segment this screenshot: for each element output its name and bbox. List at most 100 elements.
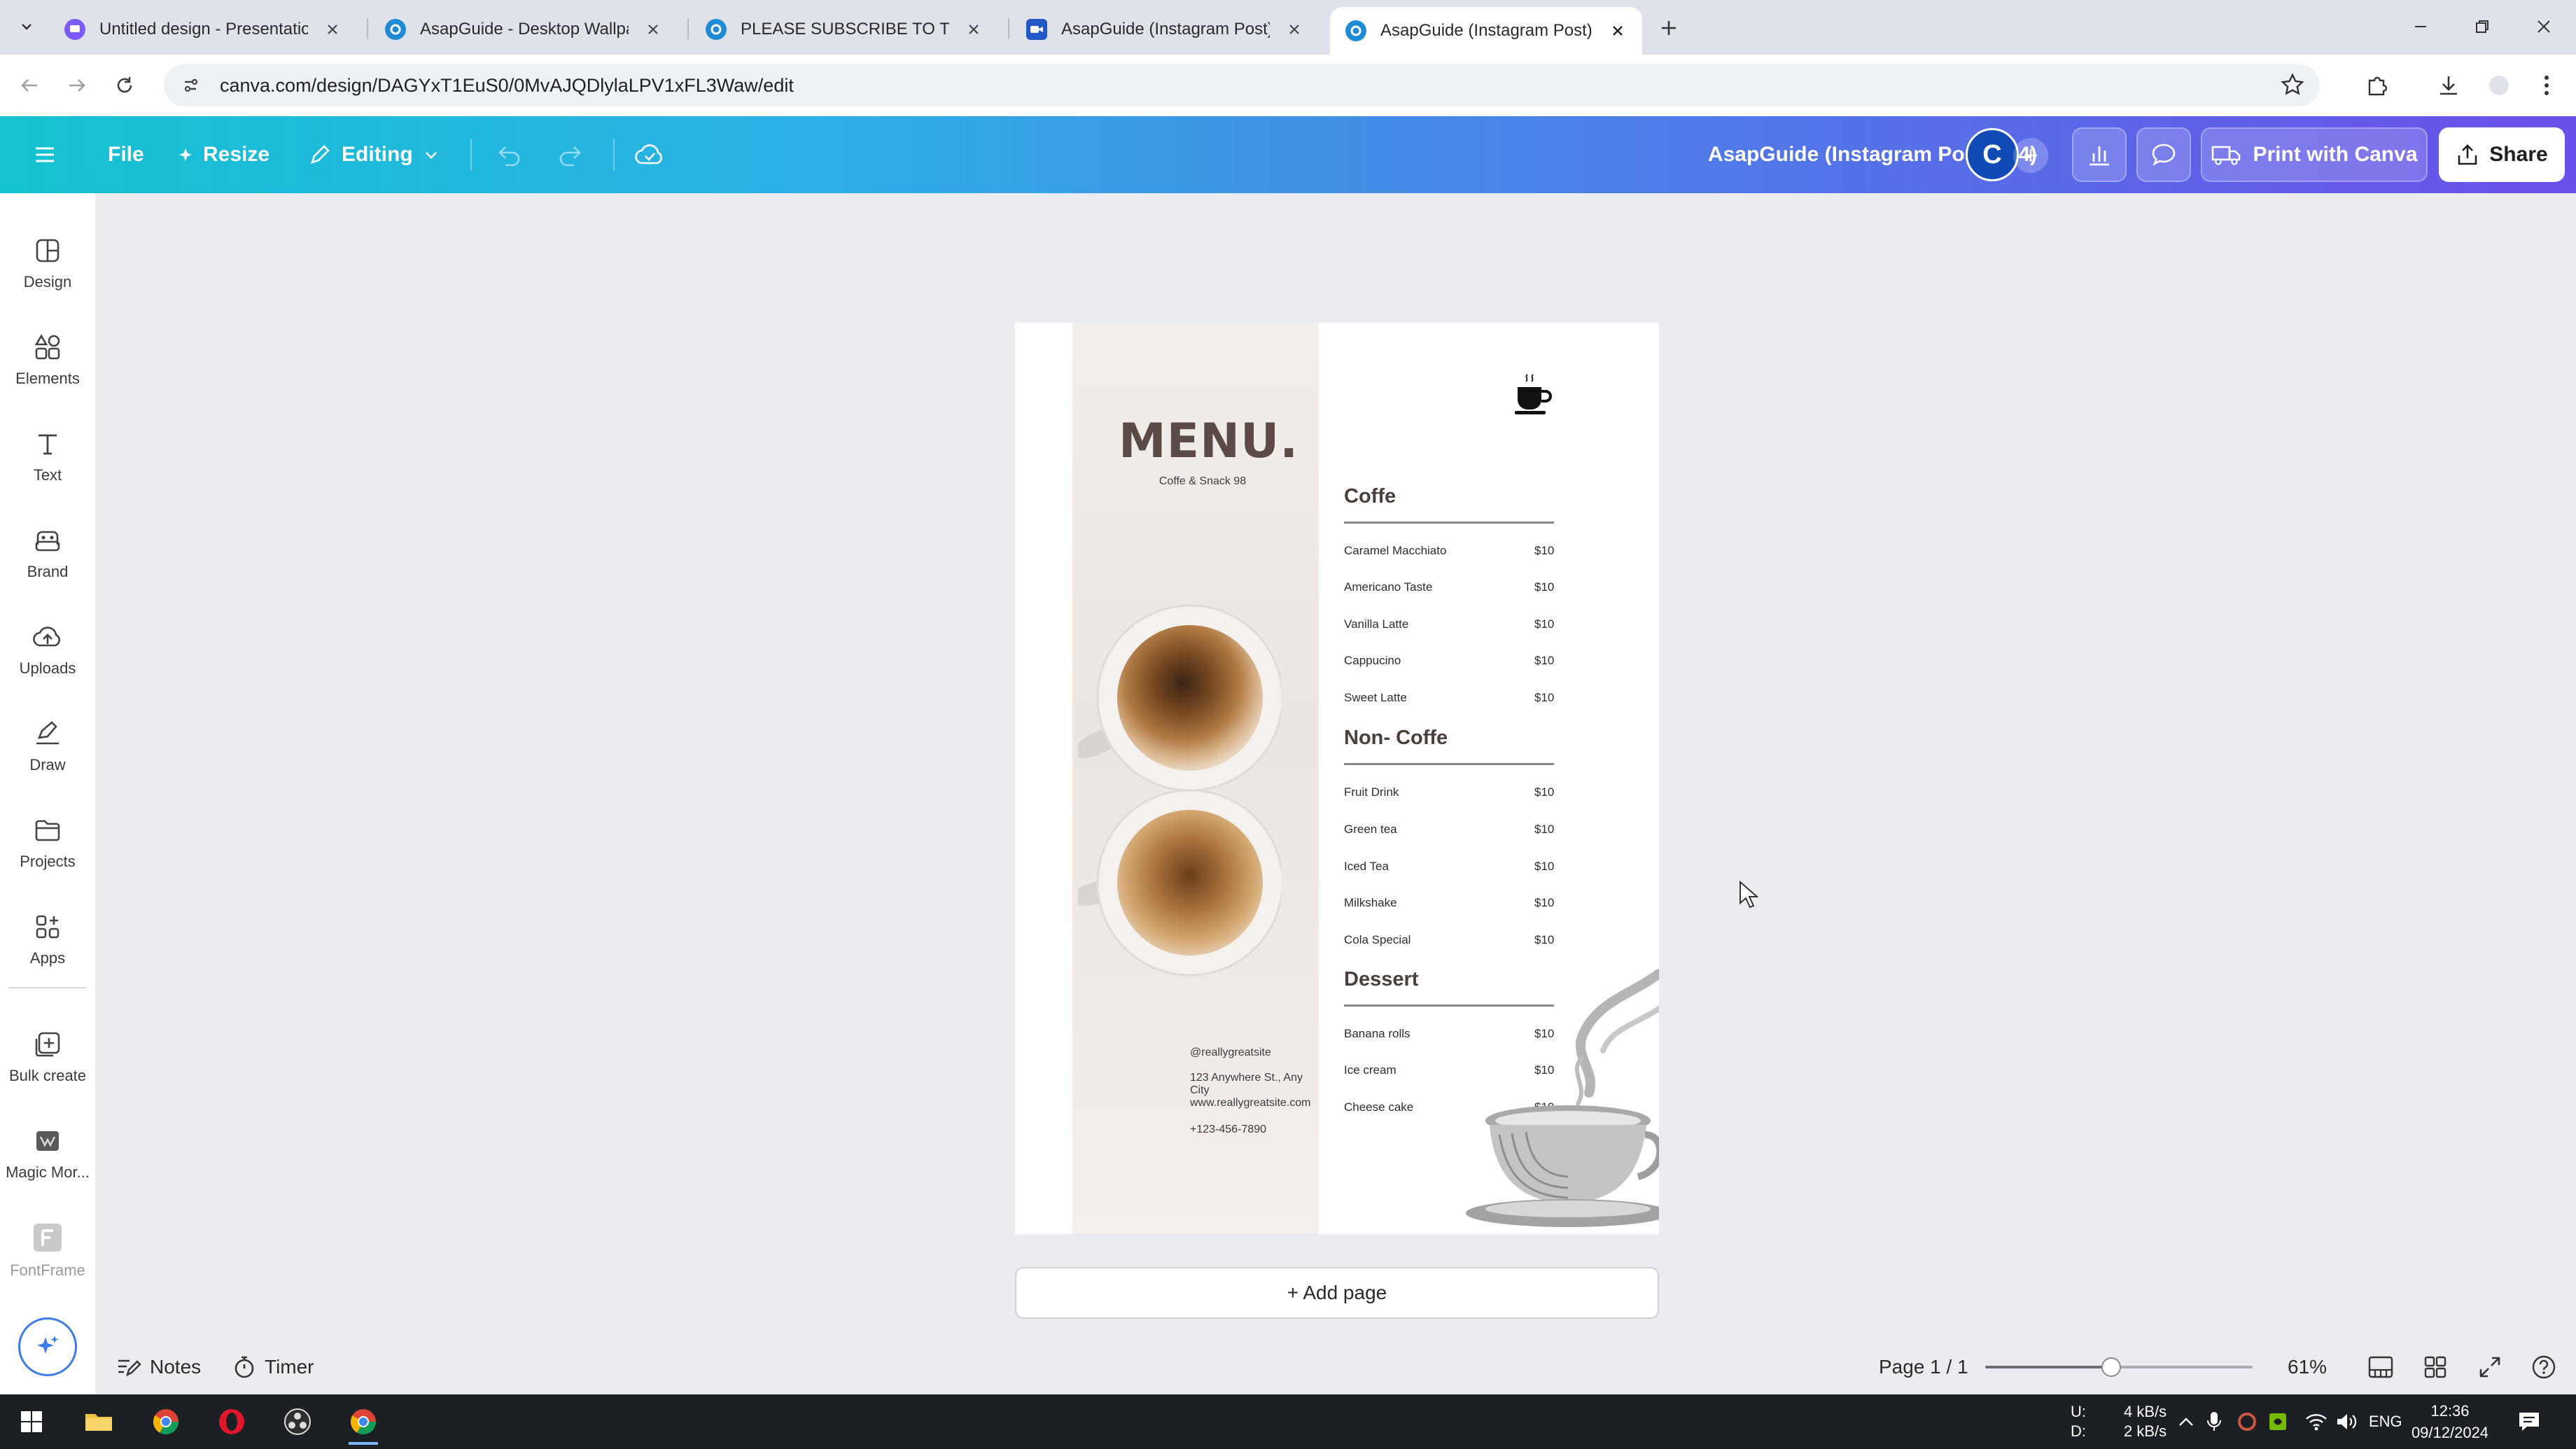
contact-phone[interactable]: +123-456-7890 bbox=[1190, 1124, 1266, 1136]
file-explorer-icon[interactable] bbox=[78, 1401, 119, 1442]
menu-item-name[interactable]: Vanilla Latte bbox=[1344, 617, 1408, 631]
volume-icon[interactable] bbox=[2335, 1394, 2358, 1449]
design-page[interactable]: MENU. Coffe & Snack 98 @reallygreatsite … bbox=[1015, 323, 1659, 1234]
contact-website[interactable]: www.reallygreatsite.com bbox=[1190, 1097, 1311, 1110]
document-title[interactable]: AsapGuide (Instagram Post) (A4) bbox=[1526, 116, 2037, 193]
sidebar-item-fontframe[interactable]: FontFrame bbox=[0, 1212, 95, 1289]
close-tab-icon[interactable] bbox=[322, 19, 343, 40]
page-view-icon[interactable] bbox=[2367, 1340, 2394, 1394]
category-title-coffe[interactable]: Coffe bbox=[1344, 485, 1396, 508]
obs-icon[interactable] bbox=[277, 1401, 318, 1442]
notification-center-icon[interactable] bbox=[2517, 1394, 2541, 1449]
redo-icon[interactable] bbox=[557, 116, 585, 193]
nvidia-tray-icon[interactable] bbox=[2268, 1394, 2288, 1449]
undo-icon[interactable] bbox=[494, 116, 522, 193]
menu-item-price[interactable]: $10 bbox=[1534, 822, 1554, 836]
invite-plus-icon[interactable] bbox=[2013, 138, 2048, 173]
back-arrow-icon[interactable] bbox=[13, 69, 46, 102]
magic-sparkle-icon[interactable] bbox=[18, 1317, 77, 1376]
coffee-cup-photo-bottom[interactable] bbox=[1078, 788, 1281, 990]
menu-item-price[interactable]: $10 bbox=[1534, 933, 1554, 947]
coffee-sketch-illustration[interactable] bbox=[1449, 967, 1659, 1234]
menu-item-price[interactable]: $10 bbox=[1534, 654, 1554, 668]
print-with-canva-button[interactable]: Print with Canva bbox=[2201, 127, 2428, 182]
menu-item-price[interactable]: $10 bbox=[1534, 896, 1554, 910]
site-info-icon[interactable] bbox=[171, 76, 210, 95]
reload-icon[interactable] bbox=[108, 69, 141, 102]
menu-item-name[interactable]: Cola Special bbox=[1344, 933, 1410, 947]
sidebar-item-brand[interactable]: Brand bbox=[0, 515, 95, 592]
profile-avatar-icon[interactable] bbox=[2482, 69, 2516, 102]
system-clock[interactable]: 12:36 09/12/2024 bbox=[2408, 1400, 2492, 1443]
download-icon[interactable] bbox=[2432, 69, 2465, 102]
minimize-icon[interactable] bbox=[2400, 10, 2442, 43]
close-tab-icon[interactable] bbox=[1284, 19, 1305, 40]
sidebar-item-bulk-create[interactable]: Bulk create bbox=[0, 1019, 95, 1096]
notes-button[interactable]: Notes bbox=[116, 1340, 201, 1394]
browser-tab[interactable]: AsapGuide - Desktop Wallpape bbox=[370, 8, 678, 50]
share-button[interactable]: Share bbox=[2439, 127, 2565, 182]
fullscreen-icon[interactable] bbox=[2478, 1340, 2502, 1394]
close-tab-icon[interactable] bbox=[643, 19, 664, 40]
menu-item-name[interactable]: Americano Taste bbox=[1344, 580, 1432, 594]
menu-item-price[interactable]: $10 bbox=[1534, 691, 1554, 705]
menu-item-price[interactable]: $10 bbox=[1534, 785, 1554, 799]
hamburger-menu-icon[interactable] bbox=[34, 116, 56, 193]
cloud-saved-icon[interactable] bbox=[634, 116, 665, 193]
menu-subtitle[interactable]: Coffe & Snack 98 bbox=[1119, 475, 1287, 488]
help-icon[interactable] bbox=[2531, 1340, 2556, 1394]
add-page-button[interactable]: + Add page bbox=[1015, 1267, 1659, 1319]
close-tab-icon[interactable] bbox=[963, 19, 984, 40]
category-title-non-coffe[interactable]: Non- Coffe bbox=[1344, 727, 1448, 750]
menu-item-name[interactable]: Milkshake bbox=[1344, 896, 1397, 910]
chrome-active-icon[interactable] bbox=[343, 1401, 384, 1445]
language-indicator[interactable]: ENG bbox=[2369, 1394, 2402, 1449]
browser-menu-icon[interactable] bbox=[2530, 69, 2563, 102]
menu-item-price[interactable]: $10 bbox=[1534, 860, 1554, 874]
menu-item-price[interactable]: $10 bbox=[1534, 617, 1554, 631]
windows-start-icon[interactable] bbox=[11, 1401, 52, 1442]
close-tab-icon[interactable] bbox=[1607, 20, 1628, 41]
forward-arrow-icon[interactable] bbox=[60, 69, 94, 102]
menu-item-name[interactable]: Green tea bbox=[1344, 822, 1397, 836]
comment-icon[interactable] bbox=[2136, 127, 2191, 182]
browser-tab[interactable]: PLEASE SUBSCRIBE TO THIS CH bbox=[690, 8, 998, 50]
menu-item-name[interactable]: Sweet Latte bbox=[1344, 691, 1407, 705]
restore-icon[interactable] bbox=[2461, 10, 2503, 43]
zoom-percentage[interactable]: 61% bbox=[2288, 1340, 2327, 1394]
browser-tab[interactable]: Untitled design - Presentation bbox=[49, 8, 357, 50]
sidebar-item-design[interactable]: Design bbox=[0, 225, 95, 302]
editing-mode-dropdown[interactable]: Editing bbox=[308, 116, 440, 193]
tray-chevron-up-icon[interactable] bbox=[2177, 1394, 2195, 1449]
sidebar-item-text[interactable]: Text bbox=[0, 419, 95, 496]
sidebar-item-elements[interactable]: Elements bbox=[0, 322, 95, 399]
browser-tab[interactable]: AsapGuide (Instagram Post) - Y bbox=[1011, 8, 1319, 50]
menu-item-name[interactable]: Caramel Macchiato bbox=[1344, 544, 1446, 558]
menu-item-name[interactable]: Cheese cake bbox=[1344, 1100, 1413, 1114]
timer-button[interactable]: Timer bbox=[232, 1340, 314, 1394]
zoom-slider-handle[interactable] bbox=[2101, 1357, 2121, 1377]
bookmark-star-icon[interactable] bbox=[2281, 73, 2304, 97]
category-title-dessert[interactable]: Dessert bbox=[1344, 968, 1418, 991]
sidebar-item-projects[interactable]: Projects bbox=[0, 805, 95, 882]
contact-social[interactable]: @reallygreatsite bbox=[1190, 1046, 1271, 1059]
menu-title[interactable]: MENU. bbox=[1119, 414, 1298, 469]
chrome-icon[interactable] bbox=[146, 1401, 186, 1442]
sidebar-item-magic-morph[interactable]: Magic Mor... bbox=[0, 1116, 95, 1193]
grid-view-icon[interactable] bbox=[2423, 1340, 2447, 1394]
menu-item-name[interactable]: Ice cream bbox=[1344, 1063, 1396, 1077]
coffee-cup-icon[interactable] bbox=[1513, 372, 1554, 418]
close-window-icon[interactable] bbox=[2523, 10, 2565, 43]
insights-chart-icon[interactable] bbox=[2072, 127, 2127, 182]
menu-item-price[interactable]: $10 bbox=[1534, 580, 1554, 594]
page-indicator[interactable]: Page 1 / 1 bbox=[1879, 1340, 1968, 1394]
url-bar[interactable]: canva.com/design/DAGYxT1EuS0/0MvAJQDlyla… bbox=[164, 64, 2320, 106]
new-tab-plus-icon[interactable] bbox=[1653, 13, 1684, 43]
menu-item-price[interactable]: $10 bbox=[1534, 544, 1554, 558]
opera-icon[interactable] bbox=[211, 1401, 252, 1442]
avatar[interactable]: C bbox=[1966, 128, 2019, 181]
record-tray-icon[interactable] bbox=[2237, 1394, 2257, 1449]
resize-button[interactable]: Resize bbox=[178, 116, 270, 193]
menu-item-name[interactable]: Fruit Drink bbox=[1344, 785, 1399, 799]
browser-tab-active[interactable]: AsapGuide (Instagram Post) (A4 bbox=[1330, 7, 1642, 55]
